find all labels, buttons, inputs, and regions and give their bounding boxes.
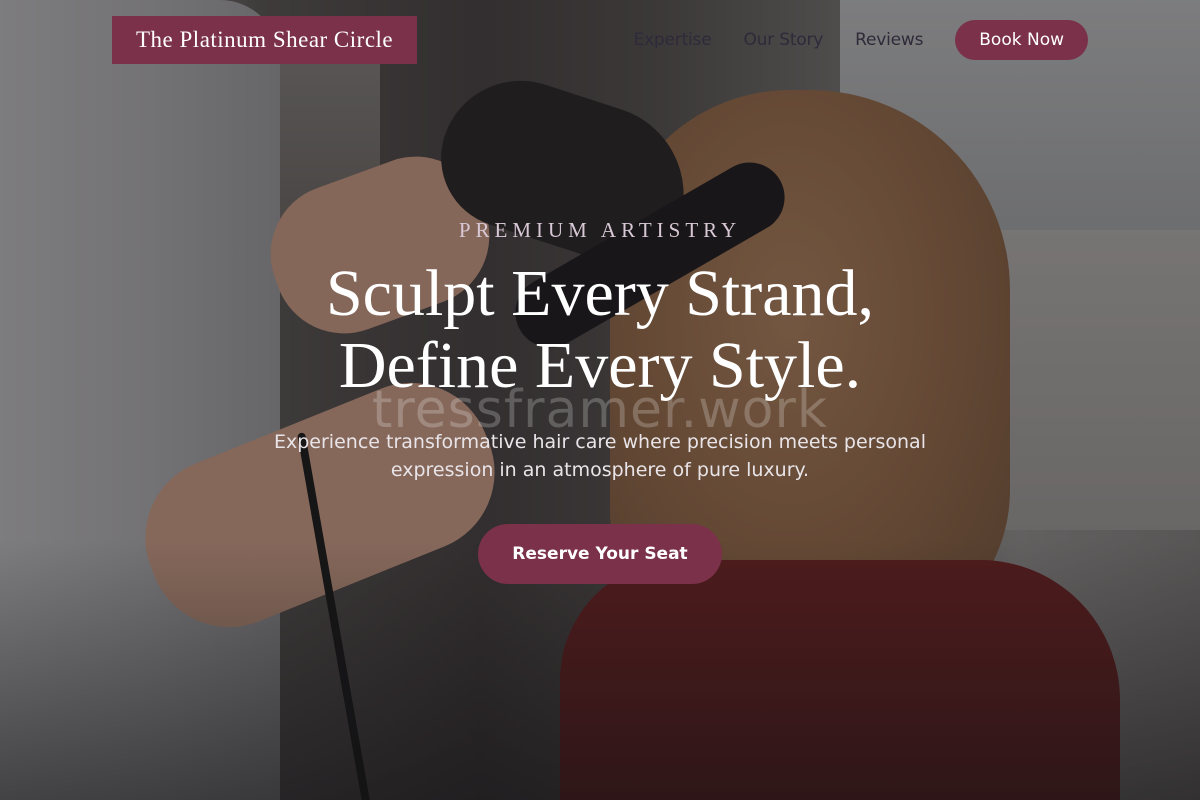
- nav-link-expertise[interactable]: Expertise: [634, 30, 712, 50]
- book-now-button[interactable]: Book Now: [955, 20, 1088, 60]
- site-header: The Platinum Shear Circle Expertise Our …: [112, 16, 1088, 64]
- nav-link-reviews[interactable]: Reviews: [855, 30, 923, 50]
- hero-section: PREMIUM ARTISTRY Sculpt Every Strand, De…: [0, 0, 1200, 800]
- logo[interactable]: The Platinum Shear Circle: [112, 16, 418, 64]
- nav-link-our-story[interactable]: Our Story: [743, 30, 823, 50]
- hero-headline-line1: Sculpt Every Strand,: [325, 257, 875, 330]
- hero-eyebrow: PREMIUM ARTISTRY: [458, 218, 742, 242]
- reserve-seat-button[interactable]: Reserve Your Seat: [478, 524, 722, 584]
- hero-subtitle: Experience transformative hair care wher…: [274, 431, 926, 481]
- main-nav: Expertise Our Story Reviews Book Now: [634, 20, 1088, 60]
